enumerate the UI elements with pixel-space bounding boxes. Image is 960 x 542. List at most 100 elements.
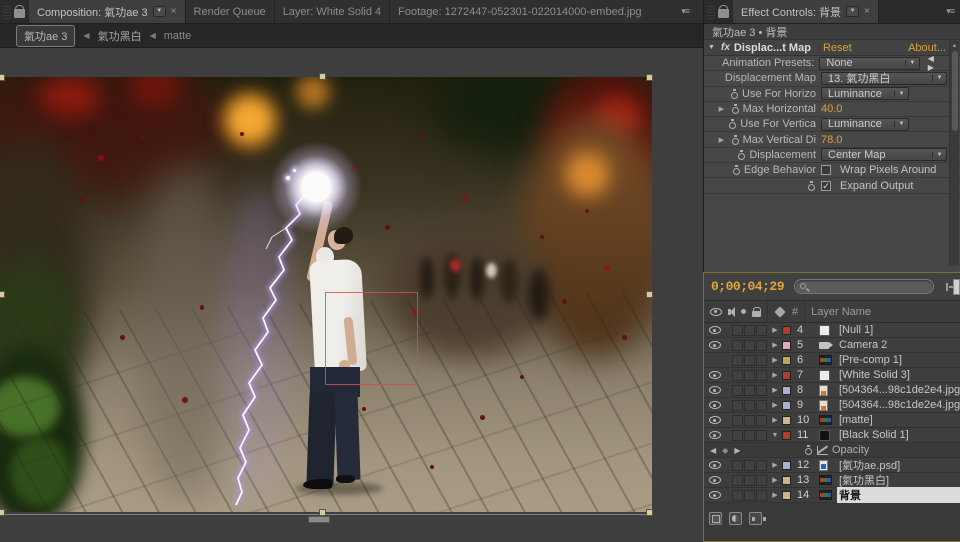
next-keyframe-icon[interactable]: ▶ xyxy=(734,446,740,455)
audio-column-icon[interactable] xyxy=(728,309,731,315)
layer-name[interactable]: [matte] xyxy=(837,414,960,426)
label-color-swatch[interactable] xyxy=(782,371,791,380)
scrollbar-thumb[interactable] xyxy=(952,51,958,131)
layer-handle-bottom-left[interactable] xyxy=(0,509,5,516)
animation-presets-dropdown[interactable]: None ▼ xyxy=(819,57,919,70)
solo-column-icon[interactable] xyxy=(741,309,746,314)
label-color-swatch[interactable] xyxy=(782,476,791,485)
panel-lock-icon[interactable] xyxy=(718,9,729,18)
tab-dropdown-icon[interactable]: ▼ xyxy=(846,6,859,17)
layer-handle-top-middle[interactable] xyxy=(319,73,326,80)
max-horizontal-value[interactable]: 40.0 xyxy=(821,103,842,115)
table-row-layer-7[interactable]: ▶ 7 [White Solid 3] xyxy=(704,368,960,383)
layer-name[interactable]: [氣功黑白] xyxy=(837,472,960,488)
layer-switches[interactable] xyxy=(726,460,768,471)
stopwatch-icon[interactable] xyxy=(731,104,740,114)
tab-composition[interactable]: Composition: 氣功ae 3 ▼ × xyxy=(29,0,186,23)
panel-grip[interactable] xyxy=(3,4,11,19)
expand-layer-switches-toggle[interactable] xyxy=(709,512,722,525)
label-column-icon[interactable] xyxy=(774,306,785,317)
tab-layer[interactable]: Layer: White Solid 4 xyxy=(275,0,390,23)
layer-name[interactable]: [504364...98c1de2e4.jpg] xyxy=(837,399,960,411)
stopwatch-icon[interactable] xyxy=(728,119,737,129)
use-for-horizontal-dropdown[interactable]: Luminance ▼ xyxy=(821,87,909,100)
visibility-eye-icon[interactable] xyxy=(709,386,721,394)
reset-button[interactable]: Reset xyxy=(823,42,852,54)
stopwatch-icon[interactable] xyxy=(737,150,746,160)
expand-arrow-icon[interactable]: ▶ xyxy=(768,386,782,394)
prev-keyframe-icon[interactable]: ◀ xyxy=(710,446,716,455)
panel-menu-icon[interactable]: ▾≡ xyxy=(681,6,689,17)
label-color-swatch[interactable] xyxy=(782,431,791,440)
effect-panel-scrollbar[interactable]: ▲ xyxy=(949,41,959,266)
layer-switches[interactable] xyxy=(726,370,768,381)
table-row-layer-13[interactable]: ▶ 13 [氣功黑白] xyxy=(704,473,960,488)
expand-arrow-icon[interactable]: ▶ xyxy=(768,491,782,499)
fx-badge-icon[interactable]: fx xyxy=(721,42,730,53)
property-name[interactable]: Opacity xyxy=(832,444,869,456)
table-row-layer-8[interactable]: ▶ 8 [504364...98c1de2e4.jpg] xyxy=(704,383,960,398)
partial-button[interactable] xyxy=(953,279,960,295)
panel-grip[interactable] xyxy=(707,4,715,19)
layer-handle-top-right[interactable] xyxy=(646,74,653,81)
tab-dropdown-icon[interactable]: ▼ xyxy=(153,6,166,17)
about-link[interactable]: About... xyxy=(908,42,946,54)
collapse-arrow-icon[interactable]: ▼ xyxy=(768,432,782,439)
expand-arrow-icon[interactable]: ▶ xyxy=(768,326,782,334)
in-out-duration-toggle[interactable] xyxy=(749,512,762,525)
table-row-layer-4[interactable]: ▶ 4 [Null 1] xyxy=(704,323,960,338)
expand-arrow-icon[interactable]: ▶ xyxy=(768,401,782,409)
tab-footage[interactable]: Footage: 1272447-052301-022014000-embed.… xyxy=(390,0,703,23)
layer-name[interactable]: [White Solid 3] xyxy=(837,369,960,381)
layer-handle-middle-right[interactable] xyxy=(646,291,653,298)
table-row-layer-6[interactable]: ▶ 6 [Pre-comp 1] xyxy=(704,353,960,368)
composition-image[interactable] xyxy=(0,77,652,512)
layer-switches[interactable] xyxy=(726,415,768,426)
breadcrumb-item-precomp[interactable]: 氣功黑白 xyxy=(98,28,142,44)
layer-handle-bottom-right[interactable] xyxy=(646,509,653,516)
expand-arrow-icon[interactable]: ▶ xyxy=(768,371,782,379)
layer-handle-middle-left[interactable] xyxy=(0,291,5,298)
number-column-header[interactable]: # xyxy=(792,306,798,318)
label-color-swatch[interactable] xyxy=(782,416,791,425)
max-vertical-value[interactable]: 78.0 xyxy=(821,134,842,146)
tab-close-icon[interactable]: × xyxy=(864,6,870,17)
layer-switches[interactable] xyxy=(726,400,768,411)
stopwatch-icon[interactable] xyxy=(807,181,816,191)
current-timecode[interactable]: 0;00;04;29 xyxy=(711,279,784,294)
expand-arrow-icon[interactable]: ▶ xyxy=(768,356,782,364)
expand-arrow-icon[interactable]: ▶ xyxy=(719,136,728,144)
visibility-eye-icon[interactable] xyxy=(709,461,721,469)
panel-lock-icon[interactable] xyxy=(14,9,25,18)
property-row-opacity[interactable]: ◀ ◆ ▶ Opacity xyxy=(704,443,960,458)
table-row-layer-12[interactable]: ▶ 12 [氣功ae.psd] xyxy=(704,458,960,473)
expand-arrow-icon[interactable]: ▶ xyxy=(768,461,782,469)
layer-switches[interactable] xyxy=(726,355,768,366)
tab-render-queue[interactable]: Render Queue xyxy=(186,0,275,23)
label-color-swatch[interactable] xyxy=(782,401,791,410)
expand-arrow-icon[interactable]: ▶ xyxy=(768,476,782,484)
label-color-swatch[interactable] xyxy=(782,341,791,350)
layer-switches[interactable] xyxy=(726,385,768,396)
layer-name[interactable]: [Pre-comp 1] xyxy=(837,354,960,366)
layer-switches[interactable] xyxy=(726,490,768,501)
wrap-pixels-checkbox[interactable] xyxy=(821,165,831,175)
tab-close-icon[interactable]: × xyxy=(171,6,177,17)
displacement-map-dropdown[interactable]: 13. 氣功黑白 ▼ xyxy=(821,72,947,85)
visibility-eye-icon[interactable] xyxy=(709,326,721,334)
visibility-eye-icon[interactable] xyxy=(709,341,721,349)
viewer-scrollbar-thumb[interactable] xyxy=(308,516,330,523)
visibility-eye-icon[interactable] xyxy=(709,416,721,424)
layer-switches[interactable] xyxy=(726,475,768,486)
eye-column-icon[interactable] xyxy=(710,308,722,316)
stopwatch-icon[interactable] xyxy=(730,89,739,99)
panel-menu-icon[interactable]: ▾≡ xyxy=(946,6,954,17)
table-row-layer-14-selected[interactable]: ▶ 14 背景 xyxy=(704,488,960,503)
displacement-behavior-dropdown[interactable]: Center Map ▼ xyxy=(821,148,947,161)
keyframe-diamond-icon[interactable]: ◆ xyxy=(722,446,728,455)
label-color-swatch[interactable] xyxy=(782,461,791,470)
composition-viewer[interactable] xyxy=(0,48,703,542)
stopwatch-icon[interactable] xyxy=(732,165,741,175)
table-row-layer-10[interactable]: ▶ 10 [matte] xyxy=(704,413,960,428)
lock-column-icon[interactable] xyxy=(752,311,761,317)
